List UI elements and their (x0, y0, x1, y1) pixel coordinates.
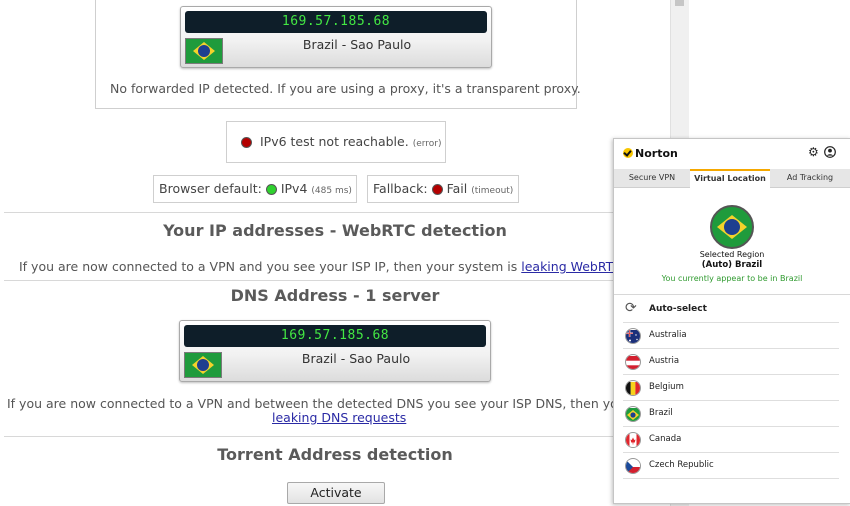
leaking-dns-link[interactable]: leaking DNS requests (272, 410, 406, 425)
fallback-note: (timeout) (471, 186, 514, 196)
brazil-flag-icon (185, 38, 223, 64)
browser-default-note: (485 ms) (311, 186, 352, 196)
norton-vpn-panel: Norton ⚙ Secure VPN Virtual Location Ad … (613, 138, 850, 504)
fallback-box: Fallback: Fail (timeout) (367, 175, 519, 203)
location-name: Brazil (649, 408, 673, 418)
location-item-belgium[interactable]: Belgium (623, 375, 839, 401)
location-name: Belgium (649, 382, 684, 392)
webrtc-note: If you are now connected to a VPN and yo… (19, 259, 638, 274)
location-item-australia[interactable]: Australia (623, 323, 839, 349)
browser-default-value: IPv4 (280, 181, 308, 196)
ip-leak-test-page: 169.57.185.68 Brazil - Sao Paulo No forw… (0, 0, 670, 506)
location-item-austria[interactable]: Austria (623, 349, 839, 375)
location-name: Austria (649, 356, 680, 366)
public-ip-location: Brazil - Sao Paulo (302, 37, 412, 52)
ipv6-status-note: (error) (412, 139, 442, 149)
dns-heading: DNS Address - 1 server (230, 286, 440, 305)
location-name: Czech Republic (649, 460, 714, 470)
brazil-flag-icon (184, 352, 222, 378)
dns-ip-card: 169.57.185.68 Brazil - Sao Paulo (179, 320, 491, 382)
account-icon[interactable] (824, 146, 836, 158)
belgium-flag-icon (625, 380, 641, 396)
norton-header: Norton ⚙ (614, 139, 850, 167)
selected-region-label: Selected Region (699, 250, 765, 259)
norton-check-icon (623, 148, 633, 158)
ipv6-status-text: IPv6 test not reachable. (259, 134, 409, 149)
scrollbar-thumb[interactable] (675, 0, 684, 6)
dns-note: If you are now connected to a VPN and be… (7, 396, 642, 411)
australia-flag-icon (625, 328, 641, 344)
location-item-canada[interactable]: Canada (623, 427, 839, 453)
divider (4, 280, 670, 281)
browser-default-box: Browser default: IPv4 (485 ms) (153, 175, 357, 203)
public-ip-card: 169.57.185.68 Brazil - Sao Paulo (180, 6, 492, 68)
norton-tabs: Secure VPN Virtual Location Ad Tracking (614, 169, 850, 188)
refresh-icon: ⟳ (625, 300, 637, 316)
red-status-dot-icon (431, 184, 443, 195)
location-name: Canada (649, 434, 682, 444)
green-status-dot-icon (265, 184, 277, 195)
fallback-label: Fallback: (373, 181, 428, 196)
location-item-czech-republic[interactable]: Czech Republic (623, 453, 839, 479)
red-status-dot-icon (241, 137, 252, 148)
norton-logo: Norton (623, 147, 678, 160)
selected-region-value: (Auto) Brazil (701, 260, 763, 270)
location-name: Australia (649, 330, 687, 340)
gear-icon[interactable]: ⚙ (808, 146, 820, 158)
public-ip-section: 169.57.185.68 Brazil - Sao Paulo No forw… (95, 0, 581, 109)
brazil-flag-icon (710, 205, 754, 249)
location-name: Auto-select (649, 304, 707, 314)
dns-ip-display: 169.57.185.68 (184, 325, 486, 347)
torrent-heading: Torrent Address detection (217, 445, 453, 464)
divider (4, 212, 670, 213)
browser-default-label: Browser default: (159, 181, 262, 196)
location-list: ⟳ Auto-select Australia Austria Belgium (614, 297, 850, 479)
region-status-text: You currently appear to be in Brazil (661, 274, 803, 283)
divider (4, 436, 670, 437)
webrtc-note-text: If you are now connected to a VPN and yo… (19, 259, 522, 274)
fallback-value: Fail (446, 181, 468, 196)
location-item-auto-select[interactable]: ⟳ Auto-select (623, 297, 839, 323)
selected-region-section: Selected Region (Auto) Brazil You curren… (614, 188, 850, 295)
austria-flag-icon (625, 354, 641, 370)
tab-virtual-location[interactable]: Virtual Location (690, 169, 770, 188)
forwarded-ip-note: No forwarded IP detected. If you are usi… (110, 81, 581, 96)
norton-logo-text: Norton (635, 147, 678, 160)
ipv6-status-box: IPv6 test not reachable. (error) (226, 121, 446, 163)
czech-republic-flag-icon (625, 458, 641, 474)
tab-ad-tracking[interactable]: Ad Tracking (770, 169, 850, 187)
canada-flag-icon (625, 432, 641, 448)
activate-button[interactable]: Activate (287, 482, 385, 504)
public-ip-display: 169.57.185.68 (185, 11, 487, 33)
dns-ip-location: Brazil - Sao Paulo (301, 351, 411, 366)
dns-note-link-line: leaking DNS requests (272, 410, 406, 425)
tab-secure-vpn[interactable]: Secure VPN (614, 169, 690, 187)
webrtc-heading: Your IP addresses - WebRTC detection (163, 221, 507, 240)
brazil-flag-icon (625, 406, 641, 422)
location-item-brazil[interactable]: Brazil (623, 401, 839, 427)
